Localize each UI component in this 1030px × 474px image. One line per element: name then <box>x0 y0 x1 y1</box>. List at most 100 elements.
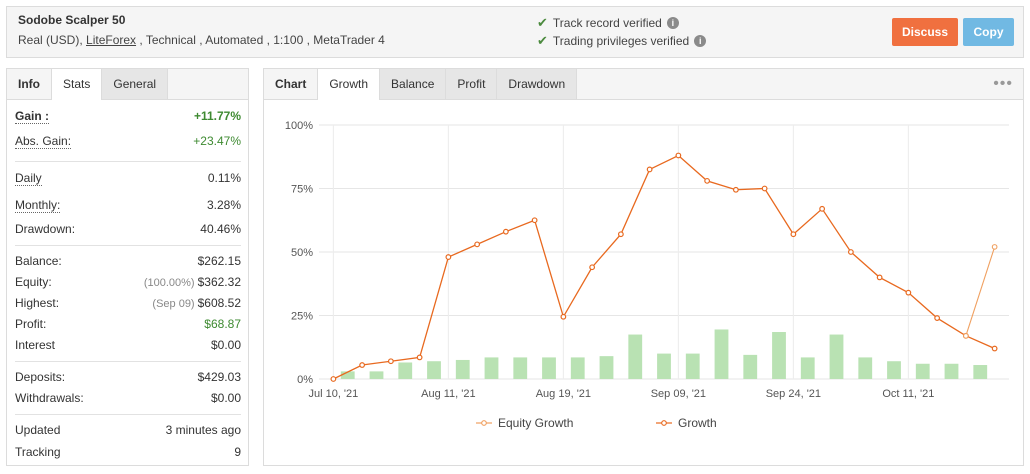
bar <box>542 357 556 379</box>
growth-chart: 100% 75% 50% 25% 0% Jul 10, '21 Aug 11, '21 Aug… <box>285 120 1009 430</box>
account-type: Real (USD), <box>18 33 87 47</box>
stat-value: 9 <box>234 445 241 459</box>
stat-value: (100.00%) $362.32 <box>144 275 241 289</box>
growth-point <box>675 152 682 159</box>
stat-tracking: Tracking 9 <box>15 443 241 463</box>
stat-value: $68.87 <box>204 317 241 331</box>
highest-date: (Sep 09) <box>152 298 195 310</box>
stat-label: Drawdown: <box>15 222 76 236</box>
stat-interest: Interest $0.00 <box>15 336 241 356</box>
equity-point <box>963 332 969 339</box>
chart-tabs: Chart Growth Balance Profit Drawdown <box>264 69 1023 100</box>
stat-value: +11.77% <box>193 109 241 123</box>
y-tick-label: 75% <box>291 184 313 196</box>
highest-amount: $608.52 <box>197 296 241 310</box>
stat-label: Equity: <box>15 275 52 289</box>
tab-stats[interactable]: Stats <box>52 69 103 100</box>
chart-panel: Chart Growth Balance Profit Drawdown •••… <box>263 68 1024 466</box>
growth-point <box>531 217 538 224</box>
stat-label[interactable]: Daily <box>15 171 42 186</box>
bar <box>657 353 671 379</box>
growth-point <box>416 354 423 361</box>
stat-label[interactable]: Abs. Gain: <box>15 134 72 149</box>
stat-updated: Updated 3 minutes ago <box>15 421 241 441</box>
growth-point <box>819 205 826 212</box>
stat-label[interactable]: Monthly: <box>15 198 61 213</box>
stat-label: Withdrawals: <box>15 391 84 405</box>
bar <box>369 371 384 379</box>
growth-point <box>387 358 394 365</box>
more-options-icon[interactable]: ••• <box>993 75 1013 93</box>
broker-link[interactable]: LiteForex <box>86 33 136 47</box>
growth-point <box>359 362 366 368</box>
info-icon[interactable]: i <box>666 17 679 29</box>
bar <box>858 357 873 379</box>
stat-label: Updated <box>15 423 61 437</box>
stat-withdrawals: Withdrawals: $0.00 <box>15 389 241 409</box>
equity-line <box>965 246 996 336</box>
growth-point <box>445 254 452 260</box>
system-name: Sodobe Scalper 50 <box>18 13 126 27</box>
bar <box>829 334 844 379</box>
chart-tab-label: Chart <box>264 69 319 99</box>
system-subtitle: Real (USD), LiteForex , Technical , Auto… <box>18 33 385 47</box>
legend-marker <box>481 420 487 426</box>
growth-point <box>934 315 941 321</box>
bar <box>973 365 988 379</box>
legend-label: Equity Growth <box>498 416 573 430</box>
stats-panel: Info Stats General Gain : +11.77% Abs. G… <box>6 68 249 466</box>
bar <box>427 361 441 379</box>
stat-value: (Sep 09) $608.52 <box>152 296 241 310</box>
growth-point <box>617 231 624 238</box>
stat-value: $262.15 <box>197 254 241 268</box>
growth-point <box>330 376 337 382</box>
tab-profit[interactable]: Profit <box>446 69 498 99</box>
stat-value: 40.46% <box>200 222 241 236</box>
system-header: Sodobe Scalper 50 Real (USD), LiteForex … <box>6 6 1024 58</box>
stat-label: Profit: <box>15 317 47 331</box>
stat-label: Tracking <box>15 445 61 459</box>
divider <box>15 414 241 415</box>
divider <box>15 161 241 162</box>
system-details: , Technical , Automated , 1:100 , MetaTr… <box>136 33 385 47</box>
growth-point <box>474 241 481 248</box>
x-tick-label: Aug 19, '21 <box>536 388 591 400</box>
x-tick-label: Jul 10, '21 <box>308 388 358 400</box>
stat-label[interactable]: Gain : <box>15 109 50 124</box>
growth-point <box>704 177 711 184</box>
equity-amount: $362.32 <box>197 275 241 289</box>
bar <box>887 361 901 379</box>
trading-privileges-verified: ✔ Trading privileges verified i <box>537 33 707 49</box>
discuss-button[interactable]: Discuss <box>892 18 958 46</box>
stat-value: 0.11% <box>207 171 241 185</box>
tab-balance[interactable]: Balance <box>380 69 447 99</box>
bar <box>944 363 959 379</box>
stat-value: $429.03 <box>197 370 241 384</box>
bar <box>484 357 499 379</box>
growth-point <box>646 166 653 173</box>
growth-point <box>991 345 998 352</box>
info-icon[interactable]: i <box>694 35 707 47</box>
stat-abs-gain: Abs. Gain: +23.47% <box>15 132 241 152</box>
copy-button[interactable]: Copy <box>963 18 1014 46</box>
stat-value: $0.00 <box>210 338 241 352</box>
growth-point <box>761 185 768 192</box>
tab-growth[interactable]: Growth <box>318 69 381 100</box>
stat-label: Balance: <box>15 254 62 268</box>
growth-point <box>502 228 509 235</box>
bar <box>398 362 413 379</box>
tab-general[interactable]: General <box>102 69 169 99</box>
stat-monthly: Monthly: 3.28% <box>15 196 241 216</box>
tab-info[interactable]: Info <box>7 69 52 99</box>
stat-gain: Gain : +11.77% <box>15 107 241 127</box>
check-icon: ✔ <box>537 15 548 30</box>
stat-drawdown: Drawdown: 40.46% <box>15 220 241 240</box>
growth-point <box>847 249 854 255</box>
x-tick-label: Oct 11, '21 <box>882 388 934 400</box>
stat-profit: Profit: $68.87 <box>15 315 241 335</box>
tab-drawdown[interactable]: Drawdown <box>497 69 578 99</box>
stat-balance: Balance: $262.15 <box>15 252 241 272</box>
stat-value: $0.00 <box>210 391 241 405</box>
bar <box>743 354 758 379</box>
growth-point <box>560 313 567 320</box>
